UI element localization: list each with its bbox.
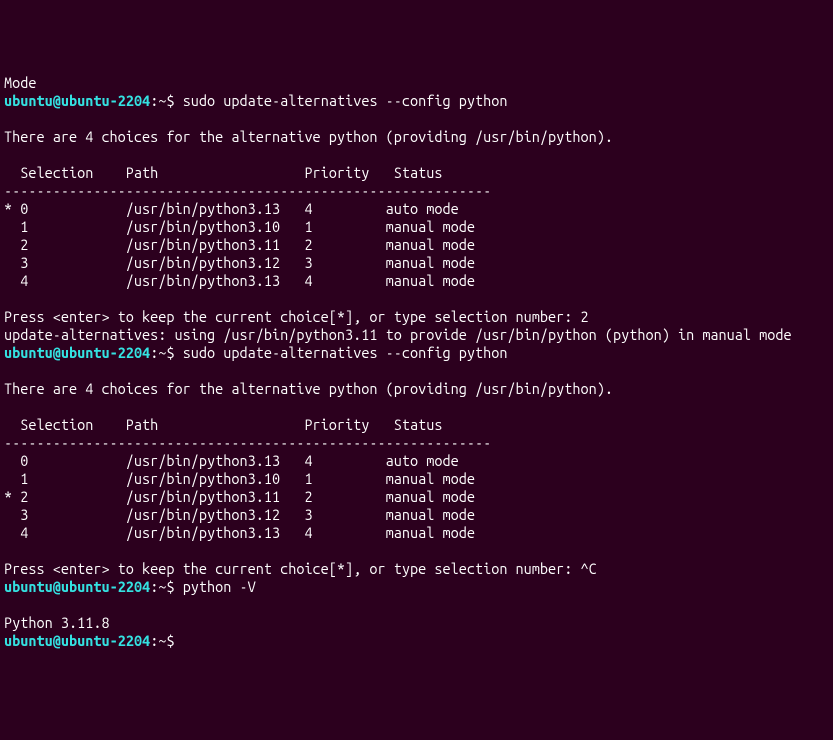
prompt-line-1[interactable]: ubuntu@ubuntu-2204:~$ sudo update-altern… [4, 92, 829, 110]
prompt-colon: : [150, 632, 158, 649]
press-enter-2: Press <enter> to keep the current choice… [4, 560, 597, 577]
table-row: 4 /usr/bin/python3.13 4 manual mode [4, 524, 475, 541]
command-3: python -V [183, 578, 256, 595]
press-enter-1: Press <enter> to keep the current choice… [4, 308, 589, 325]
table-divider-2: ----------------------------------------… [4, 434, 491, 451]
output-intro-1: There are 4 choices for the alternative … [4, 128, 613, 145]
table-header-1: Selection Path Priority Status [4, 164, 442, 181]
command-1: sudo update-alternatives --config python [183, 92, 508, 109]
table-row: 1 /usr/bin/python3.10 1 manual mode [4, 470, 475, 487]
table-row: * 0 /usr/bin/python3.13 4 auto mode [4, 200, 459, 217]
prompt-user: ubuntu [4, 92, 53, 109]
prompt-at: @ [53, 578, 61, 595]
prompt-at: @ [53, 92, 61, 109]
table-row: 2 /usr/bin/python3.11 2 manual mode [4, 236, 475, 253]
prompt-at: @ [53, 344, 61, 361]
table-row: 3 /usr/bin/python3.12 3 manual mode [4, 254, 475, 271]
prompt-path: ~ [158, 632, 166, 649]
prompt-at: @ [53, 632, 61, 649]
table-divider-1: ----------------------------------------… [4, 182, 491, 199]
output-intro-2: There are 4 choices for the alternative … [4, 380, 613, 397]
prompt-dollar: $ [166, 632, 174, 649]
prompt-user: ubuntu [4, 344, 53, 361]
prompt-dollar: $ [166, 344, 174, 361]
partial-line: Mode [4, 74, 36, 91]
table-row: 4 /usr/bin/python3.13 4 manual mode [4, 272, 475, 289]
prompt-user: ubuntu [4, 578, 53, 595]
prompt-line-3[interactable]: ubuntu@ubuntu-2204:~$ python -V [4, 578, 829, 596]
prompt-colon: : [150, 578, 158, 595]
table-row: * 2 /usr/bin/python3.11 2 manual mode [4, 488, 475, 505]
table-row: 3 /usr/bin/python3.12 3 manual mode [4, 506, 475, 523]
table-row: 0 /usr/bin/python3.13 4 auto mode [4, 452, 459, 469]
prompt-line-4[interactable]: ubuntu@ubuntu-2204:~$ [4, 632, 829, 650]
prompt-host: ubuntu-2204 [61, 344, 150, 361]
prompt-host: ubuntu-2204 [61, 578, 150, 595]
prompt-path: ~ [158, 578, 166, 595]
prompt-host: ubuntu-2204 [61, 92, 150, 109]
prompt-dollar: $ [166, 92, 174, 109]
prompt-host: ubuntu-2204 [61, 632, 150, 649]
prompt-user: ubuntu [4, 632, 53, 649]
prompt-dollar: $ [166, 578, 174, 595]
update-result: update-alternatives: using /usr/bin/pyth… [4, 326, 792, 343]
prompt-line-2[interactable]: ubuntu@ubuntu-2204:~$ sudo update-altern… [4, 344, 829, 362]
command-2: sudo update-alternatives --config python [183, 344, 508, 361]
table-header-2: Selection Path Priority Status [4, 416, 442, 433]
python-version-output: Python 3.11.8 [4, 614, 110, 631]
table-row: 1 /usr/bin/python3.10 1 manual mode [4, 218, 475, 235]
